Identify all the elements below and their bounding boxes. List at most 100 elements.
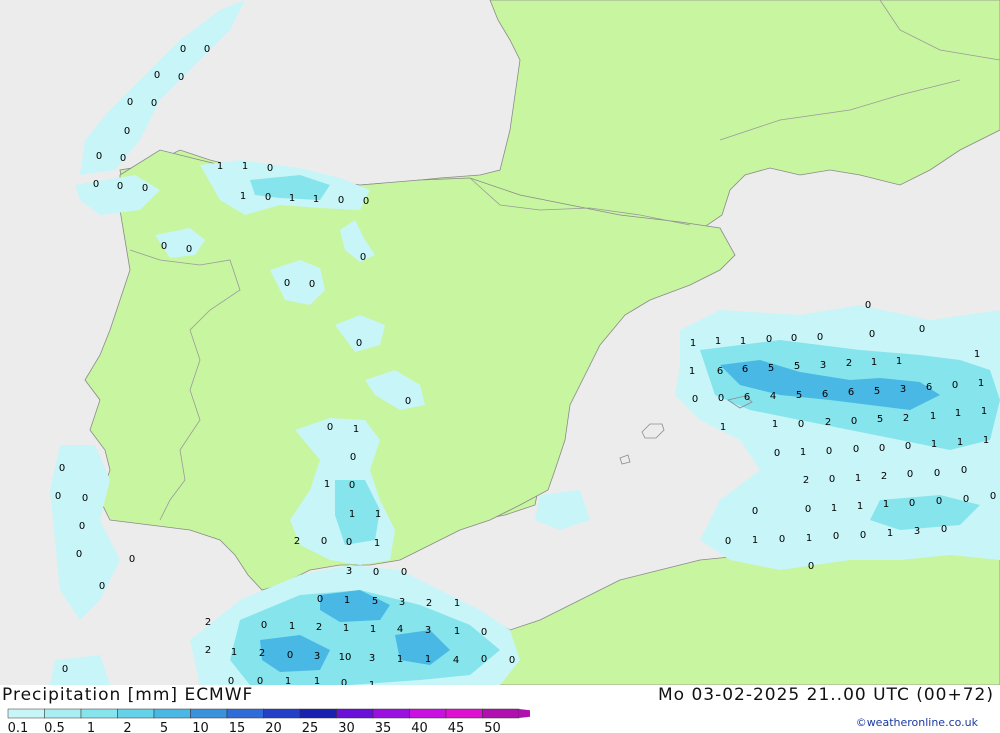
- precip-value-label: 1: [981, 406, 987, 417]
- precip-value-label: 4: [397, 624, 403, 635]
- precip-value-label: 1: [375, 509, 381, 520]
- legend-swatch: [117, 708, 155, 719]
- precip-value-label: 0: [76, 549, 82, 560]
- precip-value-label: 1: [370, 624, 376, 635]
- legend-label: 35: [375, 721, 392, 733]
- precip-value-label: 5: [372, 596, 378, 607]
- precip-value-label: 1: [883, 499, 889, 510]
- precip-value-label: 1: [957, 437, 963, 448]
- precip-value-label: 0: [766, 334, 772, 345]
- precip-value-label: 2: [294, 536, 300, 547]
- legend-swatch: [7, 708, 45, 719]
- legend-label: 20: [265, 721, 282, 733]
- precip-value-label: 0: [59, 463, 65, 474]
- legend-label: 40: [411, 721, 428, 733]
- precip-value-label: 0: [129, 554, 135, 565]
- legend-swatch: [409, 708, 447, 719]
- precip-value-label: 3: [314, 651, 320, 662]
- precip-value-label: 0: [481, 654, 487, 665]
- legend-label: 45: [448, 721, 465, 733]
- precip-value-label: 0: [350, 452, 356, 463]
- legend-label: 50: [484, 721, 501, 733]
- precip-value-label: 3: [369, 653, 375, 664]
- precip-value-label: 0: [860, 530, 866, 541]
- precip-value-label: 0: [309, 279, 315, 290]
- precip-value-label: 0: [826, 446, 832, 457]
- precip-value-label: 0: [265, 192, 271, 203]
- precip-value-label: 1: [930, 411, 936, 422]
- precip-value-label: 1: [931, 439, 937, 450]
- precip-value-label: 1: [242, 161, 248, 172]
- precip-value-label: 0: [257, 676, 263, 685]
- precip-value-label: 0: [117, 181, 123, 192]
- precip-value-label: 1: [285, 676, 291, 685]
- precip-value-label: 6: [822, 389, 828, 400]
- precip-value-label: 0: [405, 396, 411, 407]
- legend-swatch: [44, 708, 82, 719]
- legend-swatch: [226, 708, 264, 719]
- precip-value-label: 1: [344, 595, 350, 606]
- precip-value-label: 0: [360, 252, 366, 263]
- legend-swatch: [80, 708, 118, 719]
- precip-value-label: 0: [791, 333, 797, 344]
- precip-value-label: 1: [289, 193, 295, 204]
- precip-value-label: 1: [983, 435, 989, 446]
- precip-value-label: 2: [803, 475, 809, 486]
- precip-value-label: 0: [934, 468, 940, 479]
- precipitation-map: 0 00 00 000 00 0 001 1 01 0 1 1 0 0000 0000 101 01 12 0 0 10…: [0, 0, 1000, 685]
- precip-value-label: 1: [314, 676, 320, 685]
- precip-value-label: 0: [936, 496, 942, 507]
- precip-value-label: 1: [343, 623, 349, 634]
- precip-value-label: 0: [990, 491, 996, 502]
- precip-value-label: 4: [453, 655, 459, 666]
- color-legend: 0.1 0.5 1 2 5 10 15 20 25 30 35 40 45 50: [7, 708, 530, 733]
- precip-value-label: 1: [324, 479, 330, 490]
- precip-value-label: 6: [717, 366, 723, 377]
- precip-value-label: 1: [349, 509, 355, 520]
- legend-label: 1: [87, 721, 95, 733]
- precip-value-label: 10: [339, 652, 352, 663]
- precip-value-label: 0: [356, 338, 362, 349]
- precip-value-label: 2: [205, 617, 211, 628]
- precip-value-label: 3: [399, 597, 405, 608]
- precip-value-label: 4: [770, 391, 776, 402]
- precip-value-label: 0: [718, 393, 724, 404]
- precip-value-label: 1: [978, 378, 984, 389]
- precip-value-label: 5: [877, 414, 883, 425]
- precip-value-label: 2: [205, 645, 211, 656]
- precip-value-label: 0: [851, 416, 857, 427]
- precip-value-label: 3: [900, 384, 906, 395]
- precip-value-label: 0: [919, 324, 925, 335]
- precip-value-label: 3: [346, 566, 352, 577]
- legend-label: 30: [338, 721, 355, 733]
- precip-value-label: 0: [941, 524, 947, 535]
- precip-value-label: 0: [99, 581, 105, 592]
- legend-label: 0.1: [8, 721, 29, 733]
- precip-value-label: 0: [363, 196, 369, 207]
- precip-value-label: 0: [261, 620, 267, 631]
- precip-value-label: 1: [752, 535, 758, 546]
- precip-value-label: 0: [178, 72, 184, 83]
- precip-value-label: 0: [401, 567, 407, 578]
- precip-value-label: 5: [768, 363, 774, 374]
- legend-swatch: [445, 708, 483, 719]
- precip-value-label: 0: [869, 329, 875, 340]
- precip-value-label: 0: [805, 504, 811, 515]
- precip-value-label: 0: [725, 536, 731, 547]
- credit-link[interactable]: ©weatheronline.co.uk: [856, 716, 978, 729]
- precip-value-label: 2: [825, 417, 831, 428]
- legend-swatch: [190, 708, 228, 719]
- legend-swatch: [482, 708, 520, 719]
- precip-value-label: 0: [62, 664, 68, 675]
- legend-label: 25: [302, 721, 319, 733]
- precip-value-label: 0: [82, 493, 88, 504]
- precip-value-label: 1: [454, 626, 460, 637]
- legend-swatch: [299, 708, 337, 719]
- precip-value-label: 1: [896, 356, 902, 367]
- precip-value-label: 2: [316, 622, 322, 633]
- precip-value-label: 2: [846, 358, 852, 369]
- precip-value-label: 0: [186, 244, 192, 255]
- precip-value-label: 0: [373, 567, 379, 578]
- legend-overflow-arrow: [519, 709, 530, 718]
- precip-value-label: 3: [914, 526, 920, 537]
